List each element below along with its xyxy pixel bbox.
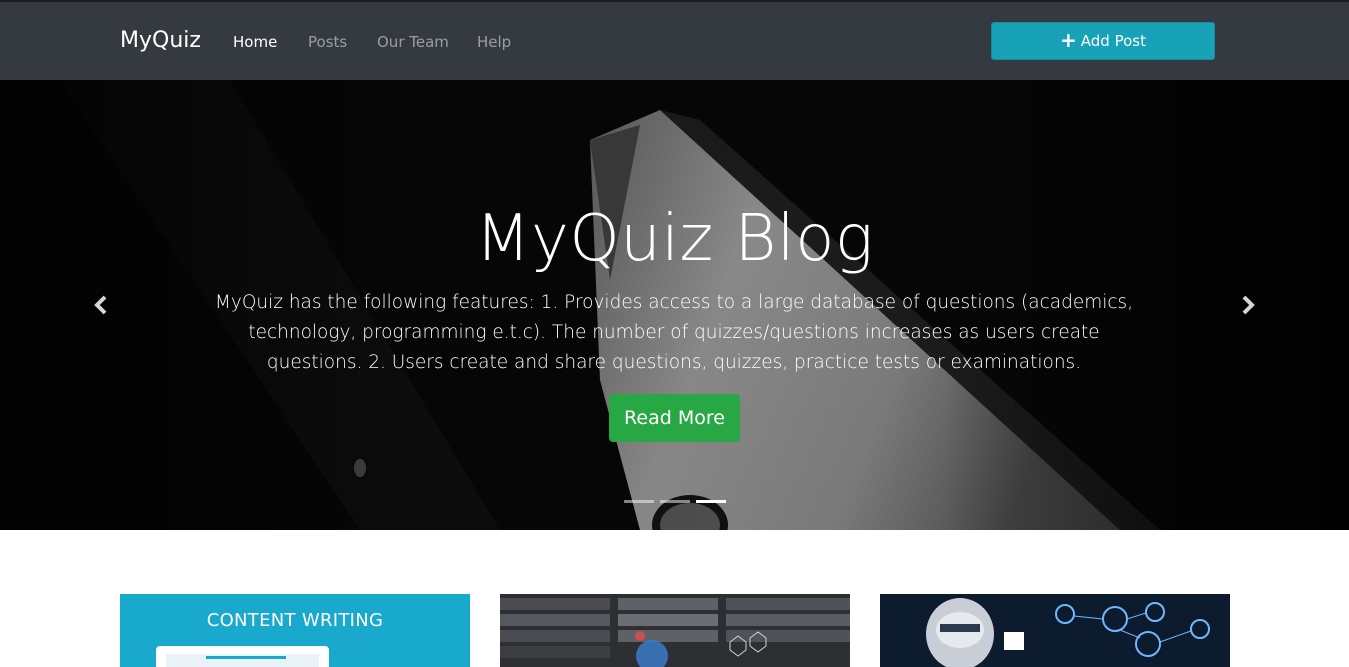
robot-network-photo bbox=[880, 594, 1230, 667]
carousel-indicator-2[interactable] bbox=[660, 500, 690, 503]
nav-posts[interactable]: Posts bbox=[308, 33, 347, 51]
top-navbar: MyQuiz Home Posts Our Team Help + Add Po… bbox=[0, 2, 1349, 80]
nav-our-team[interactable]: Our Team bbox=[377, 33, 449, 51]
post-card-servers[interactable] bbox=[500, 594, 850, 667]
add-post-label: Add Post bbox=[1080, 32, 1146, 50]
server-racks-photo bbox=[500, 594, 850, 667]
nav-help[interactable]: Help bbox=[477, 33, 511, 51]
chevron-right-icon[interactable] bbox=[1238, 295, 1258, 315]
hero-description: MyQuiz has the following features: 1. Pr… bbox=[214, 292, 1134, 373]
card-title: CONTENT WRITING bbox=[206, 610, 384, 631]
hero-carousel: MyQuiz Blog MyQuiz has the following fea… bbox=[0, 80, 1349, 530]
post-card-content-writing[interactable]: CONTENT WRITING bbox=[120, 594, 470, 667]
carousel-indicator-3[interactable] bbox=[696, 500, 726, 503]
post-card-ai-robot[interactable] bbox=[880, 594, 1230, 667]
hero-title: MyQuiz Blog bbox=[475, 202, 874, 276]
laptop-illustration bbox=[156, 646, 329, 667]
brand-logo[interactable]: MyQuiz bbox=[120, 28, 201, 53]
nav-home[interactable]: Home bbox=[233, 33, 277, 51]
carousel-indicator-1[interactable] bbox=[624, 500, 654, 503]
chevron-left-icon[interactable] bbox=[91, 295, 111, 315]
add-post-button[interactable]: + Add Post bbox=[991, 22, 1215, 60]
plus-icon: + bbox=[1060, 28, 1077, 52]
read-more-button[interactable]: Read More bbox=[609, 394, 740, 442]
